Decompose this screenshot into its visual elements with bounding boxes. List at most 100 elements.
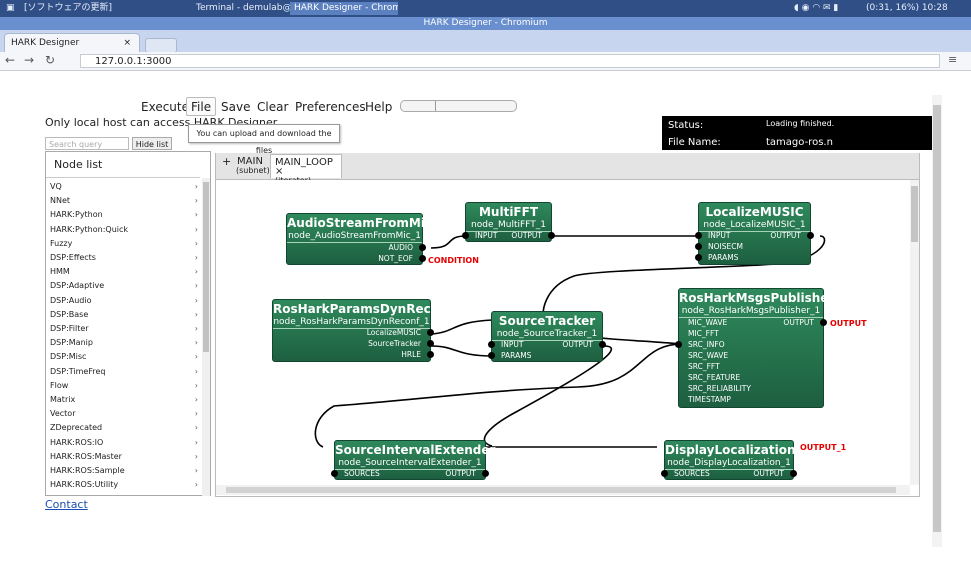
preferences-button[interactable]: Preferences — [290, 97, 371, 116]
browser-tab-title: HARK Designer — [11, 38, 80, 48]
port-dot[interactable] — [419, 255, 426, 262]
node-list-item[interactable]: Flow › — [50, 379, 198, 393]
node-list-item[interactable]: Matrix › — [50, 393, 198, 407]
node-list-item[interactable]: Conversion › — [50, 492, 198, 495]
port-dot[interactable] — [675, 341, 682, 348]
port-dot[interactable] — [427, 351, 434, 358]
file-tooltip: You can upload and download the files — [188, 124, 340, 155]
node-list-item-label: VQ — [50, 182, 62, 191]
node-list-scrollbar[interactable] — [202, 178, 210, 496]
node-title: MultiFFT — [478, 205, 539, 219]
canvas-horizontal-scrollbar[interactable] — [216, 485, 910, 495]
port-dot[interactable] — [548, 232, 555, 239]
port-dot[interactable] — [695, 243, 702, 250]
port-output: OUTPUT — [753, 469, 784, 478]
node-audiostreamfrommic[interactable]: AudioStreamFromMic node_AudioStreamFromM… — [286, 213, 432, 265]
system-menu-icon[interactable]: ▣ — [2, 2, 19, 15]
node-list-item[interactable]: HARK:Python:Quick › — [50, 223, 198, 237]
reload-icon[interactable]: ↻ — [45, 53, 55, 67]
node-sourceintervalextender[interactable]: SourceIntervalExtender node_SourceInterv… — [331, 440, 495, 480]
port-noisecm: NOISECM — [708, 242, 743, 251]
port-output: OUTPUT — [562, 340, 593, 349]
node-list-item[interactable]: Vector › — [50, 407, 198, 421]
port-dot[interactable] — [331, 470, 338, 477]
node-list-item[interactable]: DSP:Filter › — [50, 322, 198, 336]
port-dot[interactable] — [488, 341, 495, 348]
port-input: INPUT — [475, 231, 498, 240]
file-name-value: tamago-ros.n — [766, 137, 833, 148]
port-dot[interactable] — [695, 232, 702, 239]
node-list-item[interactable]: Fuzzy › — [50, 237, 198, 251]
node-list-item-label: Flow — [50, 380, 69, 390]
node-list-item[interactable]: HARK:ROS:Utility › — [50, 478, 198, 492]
port-dot[interactable] — [820, 319, 827, 326]
node-list-item[interactable]: HARK:ROS:Master › — [50, 450, 198, 464]
port-src-reliability: SRC_RELIABILITY — [688, 384, 751, 393]
page-scrollbar[interactable] — [932, 95, 942, 547]
node-rosharkparamsdynreconf[interactable]: RosHarkParamsDynReconf node_RosHarkParam… — [272, 299, 453, 362]
port-dot[interactable] — [695, 254, 702, 261]
port-dot[interactable] — [482, 470, 489, 477]
node-list-item-label: Matrix — [50, 395, 76, 404]
port-dot[interactable] — [599, 341, 606, 348]
node-list-item[interactable]: ZDeprecated › — [50, 421, 198, 435]
tab-close-icon[interactable]: × — [123, 34, 131, 53]
node-list-item[interactable]: HARK:ROS:Sample › — [50, 464, 198, 478]
tray-icons[interactable]: ◖ ◉ ◠ ✉ ▮ — [790, 2, 842, 15]
node-displaylocalization[interactable]: DisplayLocalization node_DisplayLocaliza… — [661, 440, 797, 480]
port-dot[interactable] — [661, 470, 668, 477]
node-list-item[interactable]: NNet › — [50, 194, 198, 208]
canvas-vertical-scrollbar[interactable] — [910, 180, 919, 485]
node-list-item[interactable]: HARK:Python › — [50, 208, 198, 222]
tab-main-loop[interactable]: MAIN_LOOP × (iterator) — [270, 154, 342, 185]
node-list-item[interactable]: DSP:Audio › — [50, 294, 198, 308]
output-1-label: OUTPUT_1 — [800, 443, 847, 452]
port-src-wave: SRC_WAVE — [688, 351, 729, 360]
node-sourcetracker[interactable]: SourceTracker node_SourceTracker_1 INPUT… — [488, 311, 606, 362]
back-icon[interactable]: ← — [5, 53, 15, 67]
taskbar-item-chromium[interactable]: HARK Designer - Chromium — [290, 2, 398, 15]
node-list-item-label: NNet — [50, 196, 71, 206]
add-tab-icon[interactable]: + — [218, 154, 232, 178]
port-dot[interactable] — [427, 340, 434, 347]
clear-button[interactable]: Clear — [252, 97, 293, 116]
node-title: RosHarkParamsDynReconf — [273, 302, 453, 316]
new-tab-button[interactable] — [145, 38, 177, 53]
node-list-item[interactable]: HMM › — [50, 265, 198, 279]
hide-list-button[interactable]: Hide list — [132, 137, 172, 150]
url-input[interactable]: 127.0.0.1:3000 — [80, 54, 940, 68]
tab-main[interactable]: MAIN (subnet) — [232, 154, 270, 178]
node-list-item[interactable]: DSP:Manip › — [50, 336, 198, 350]
chevron-right-icon: › — [194, 238, 198, 248]
node-rosharkmsgspublisher[interactable]: RosHarkMsgsPublisher node_RosHarkMsgsPub… — [675, 288, 834, 408]
port-dot[interactable] — [807, 232, 814, 239]
help-button[interactable]: Help — [360, 97, 397, 116]
node-localizemusic[interactable]: LocalizeMUSIC node_LocalizeMUSIC_1 INPUT… — [695, 202, 814, 265]
port-dot[interactable] — [427, 329, 434, 336]
node-list-item-label: Vector — [50, 409, 76, 419]
chevron-right-icon: › — [195, 492, 198, 495]
file-button[interactable]: File — [186, 97, 217, 116]
node-list-item[interactable]: VQ › — [50, 180, 198, 194]
node-list-item-label: DSP:Adaptive — [50, 281, 105, 291]
port-dot[interactable] — [419, 244, 426, 251]
taskbar-item-updates[interactable]: [ソフトウェアの更新] — [20, 2, 116, 15]
node-list-item[interactable]: HARK:ROS:IO › — [50, 436, 198, 450]
save-button[interactable]: Save — [216, 97, 255, 116]
browser-tab[interactable]: HARK Designer × — [4, 33, 140, 52]
port-dot[interactable] — [488, 352, 495, 359]
node-list-item[interactable]: DSP:Adaptive › — [50, 279, 198, 293]
port-params: PARAMS — [501, 351, 532, 360]
search-input[interactable]: Search query — [45, 137, 129, 150]
node-list-item[interactable]: DSP:Misc › — [50, 350, 198, 364]
node-list-item-label: HARK:ROS:Utility — [50, 480, 119, 490]
node-list-item[interactable]: DSP:Base › — [50, 308, 198, 322]
menu-icon[interactable]: ≡ — [948, 53, 957, 66]
node-list-item[interactable]: DSP:Effects › — [50, 251, 198, 265]
forward-icon[interactable]: → — [24, 53, 34, 67]
node-list-item[interactable]: DSP:TimeFreq › — [50, 365, 198, 379]
port-dot[interactable] — [462, 232, 469, 239]
port-dot[interactable] — [790, 470, 797, 477]
node-multifft[interactable]: MultiFFT node_MultiFFT_1 INPUT OUTPUT — [462, 202, 555, 242]
contact-link[interactable]: Contact — [45, 498, 88, 511]
